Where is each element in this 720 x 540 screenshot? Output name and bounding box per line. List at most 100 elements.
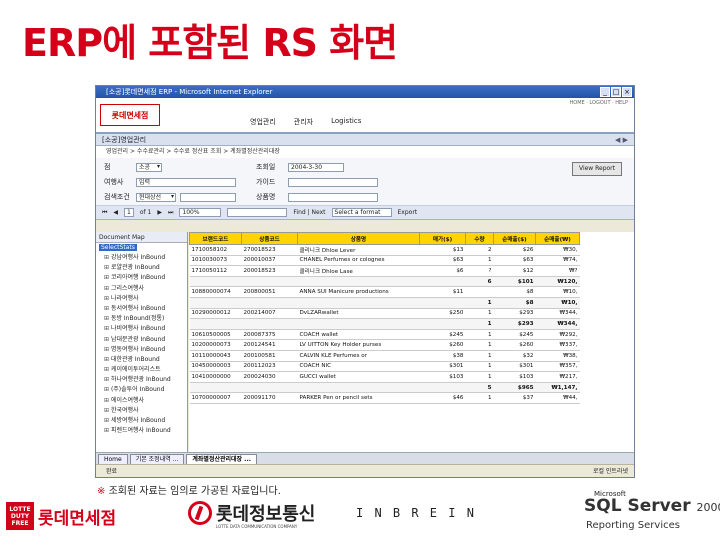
document-map-item[interactable]: 나라여행사 bbox=[96, 294, 187, 304]
document-map-item[interactable]: 코리아여행 InBound bbox=[96, 273, 187, 283]
next-page-icon[interactable]: ▶ bbox=[157, 209, 162, 216]
col-qty[interactable]: 수량 bbox=[465, 232, 494, 245]
col-product-name[interactable]: 상품명 bbox=[297, 232, 420, 245]
search-condition-input[interactable] bbox=[180, 192, 236, 202]
col-brand-code[interactable]: 브랜드코드 bbox=[189, 232, 242, 245]
last-page-icon[interactable]: ⏭ bbox=[168, 209, 173, 217]
date-input[interactable]: 2004-3-30 bbox=[288, 162, 344, 172]
find-next-link[interactable]: Find | Next bbox=[293, 209, 325, 216]
cell-product-code bbox=[241, 318, 298, 330]
document-map-root-label[interactable]: SelectStats bbox=[99, 244, 137, 251]
first-page-icon[interactable]: ⏮ bbox=[102, 209, 107, 217]
cell-qty: 1 bbox=[465, 329, 494, 341]
table-row: 10700000007 200091170 PARKER Pen or pencil… bbox=[189, 392, 580, 404]
prev-page-icon[interactable]: ◀ bbox=[113, 209, 118, 216]
menu-item-admin[interactable]: 관리자 bbox=[290, 116, 317, 128]
cell-price: $63 bbox=[419, 255, 466, 267]
col-net-usd[interactable]: 순매출($) bbox=[493, 232, 536, 245]
col-price-usd[interactable]: 매가($) bbox=[419, 232, 466, 245]
cell-product-code bbox=[241, 297, 298, 309]
cell-net-krw: ₩120, bbox=[535, 276, 580, 288]
document-map-items: 강남여행사 InBound로얄관광 InBound코리아여행 InBound그리… bbox=[96, 253, 187, 436]
store-select[interactable]: 소공 bbox=[136, 162, 162, 172]
cell-net-krw: ₩10, bbox=[535, 286, 580, 298]
cell-price: $250 bbox=[419, 308, 466, 320]
table-row: 10450000003 200112023 COACH NIC $301 1 $301 ₩3… bbox=[189, 361, 580, 373]
cell-price: $6 bbox=[419, 265, 466, 277]
document-map-item[interactable]: 명동여행사 InBound bbox=[96, 345, 187, 355]
app-logo[interactable]: 롯데면세점 bbox=[100, 104, 160, 126]
app-header: 롯데면세점 HOME · LOGOUT · HELP 영업관리 관리자 Logi… bbox=[96, 98, 634, 134]
cell-net-krw: ₩217, bbox=[535, 371, 580, 383]
cell-product-code: 200018523 bbox=[241, 265, 298, 277]
browser-titlebar: [소공]롯데면세점 ERP - Microsoft Internet Explo… bbox=[96, 86, 634, 98]
cell-brand-code bbox=[189, 318, 242, 330]
maximize-icon[interactable]: □ bbox=[611, 87, 621, 97]
guide-input[interactable] bbox=[288, 177, 378, 187]
cell-net-krw: ₩1,147, bbox=[535, 382, 580, 394]
document-map-root[interactable]: SelectStats bbox=[96, 243, 187, 253]
cell-brand-code: 10410000000 bbox=[189, 371, 242, 383]
zoom-select[interactable]: 100% bbox=[179, 208, 222, 217]
tab-account-ledger[interactable]: 계좌별정산관리대장 ... bbox=[186, 454, 257, 464]
reporting-services-text: Reporting Services bbox=[586, 520, 680, 531]
document-map-item[interactable]: 한국여행사 bbox=[96, 406, 187, 416]
col-net-krw[interactable]: 순매출(₩) bbox=[535, 232, 580, 245]
product-input[interactable] bbox=[288, 192, 378, 202]
document-map-item[interactable]: 남대문관광 InBound bbox=[96, 335, 187, 345]
subtotal-row: 1 $8 ₩10, bbox=[189, 297, 580, 309]
cell-qty: 1 bbox=[465, 339, 494, 351]
cell-price bbox=[419, 276, 466, 288]
document-map-item[interactable]: (주)솔투어 InBound bbox=[96, 385, 187, 395]
document-map: Document Map SelectStats 강남여행사 InBound로얄… bbox=[96, 232, 188, 452]
tab-basic-adjust[interactable]: 기본 조정내역 ... bbox=[129, 454, 185, 464]
page-input[interactable]: 1 bbox=[124, 208, 134, 217]
document-map-item[interactable]: 강남여행사 InBound bbox=[96, 253, 187, 263]
document-map-item[interactable]: 에이스여행사 bbox=[96, 396, 187, 406]
cell-net-krw: ₩38, bbox=[535, 350, 580, 362]
breadcrumb: 영업관리 > 수수료관리 > 수수료 정산표 조회 > 계좌별정산관리대장 bbox=[96, 146, 634, 158]
document-map-item[interactable]: 하나여행관광 InBound bbox=[96, 375, 187, 385]
search-condition-select[interactable]: 현대상선 bbox=[136, 192, 176, 202]
close-icon[interactable]: × bbox=[622, 87, 632, 97]
cell-qty: 1 bbox=[465, 371, 494, 383]
document-map-item[interactable]: 로얄관광 InBound bbox=[96, 263, 187, 273]
subtotal-row: 5 $965 ₩1,147, bbox=[189, 382, 580, 394]
document-map-item[interactable]: 피렌드여행사 InBound bbox=[96, 426, 187, 436]
cell-product-name: CALVIN KLE Perfumes or bbox=[297, 350, 420, 362]
tab-home[interactable]: Home bbox=[98, 454, 128, 464]
lotte-circle-icon bbox=[188, 501, 212, 525]
cell-product-code bbox=[241, 382, 298, 394]
cell-price bbox=[419, 318, 466, 330]
cell-product-name: ANNA SUI Manicure productions bbox=[297, 286, 420, 298]
menu-item-logistics[interactable]: Logistics bbox=[327, 116, 365, 128]
find-input[interactable] bbox=[227, 208, 288, 217]
document-map-item[interactable]: 세방여행사 InBound bbox=[96, 416, 187, 426]
document-map-item[interactable]: 나비여행사 InBound bbox=[96, 324, 187, 334]
table-row: 10290000012 200214007 DvLZARwallet $250 1 $29… bbox=[189, 308, 580, 320]
table-row: 10110000043 200100581 CALVIN KLE Perfumes … bbox=[189, 350, 580, 362]
status-zone: 로컬 인트라넷 bbox=[592, 468, 628, 475]
submenu-nav-icon[interactable]: ◀ ▶ bbox=[615, 134, 628, 146]
minimize-icon[interactable]: _ bbox=[600, 87, 610, 97]
col-product-code[interactable]: 상품코드 bbox=[241, 232, 298, 245]
cell-product-code: 270018523 bbox=[241, 244, 298, 256]
cell-product-name bbox=[297, 276, 420, 288]
document-map-item[interactable]: 동방 InBound(정통) bbox=[96, 314, 187, 324]
agency-input[interactable]: 입력 bbox=[136, 177, 236, 187]
export-format-select[interactable]: Select a format bbox=[331, 208, 392, 217]
export-link[interactable]: Export bbox=[398, 209, 418, 216]
document-map-item[interactable]: 대한관광 InBound bbox=[96, 355, 187, 365]
subtotal-row: 1 $293 ₩344, bbox=[189, 318, 580, 330]
view-report-button[interactable]: View Report bbox=[572, 162, 622, 176]
cell-net-usd: $103 bbox=[493, 371, 536, 383]
menu-item-sales[interactable]: 영업관리 bbox=[246, 116, 280, 128]
document-map-item[interactable]: 그리스여행사 bbox=[96, 284, 187, 294]
browser-statusbar: 완료 로컬 인트라넷 bbox=[96, 464, 634, 477]
browser-window: [소공]롯데면세점 ERP - Microsoft Internet Explo… bbox=[95, 85, 635, 478]
sql-server-text: SQL Server 2000 bbox=[584, 496, 720, 516]
top-links[interactable]: HOME · LOGOUT · HELP bbox=[570, 100, 629, 106]
document-map-item[interactable]: 케이에이투어리스트 bbox=[96, 365, 187, 375]
cell-price: $260 bbox=[419, 339, 466, 351]
document-map-item[interactable]: 동서여행사 InBound bbox=[96, 304, 187, 314]
